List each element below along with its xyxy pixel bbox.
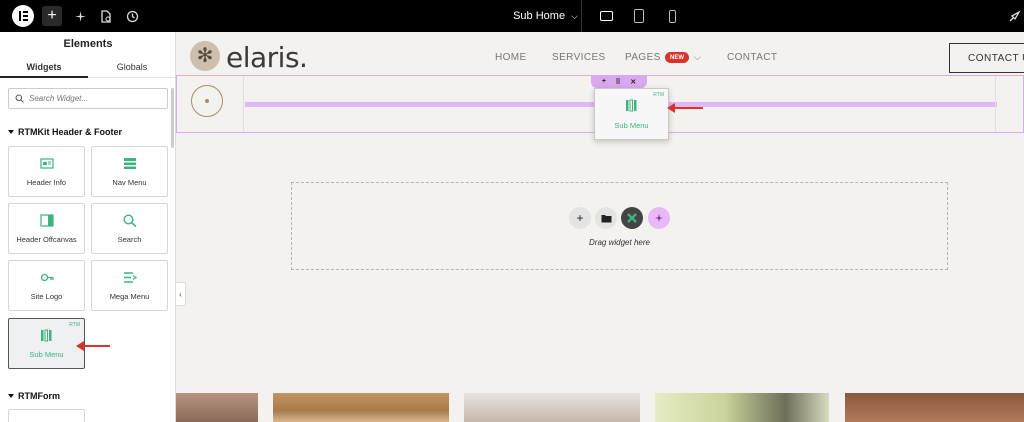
widget-label: Sub Menu <box>29 350 64 359</box>
section-handle[interactable]: + ⠿ ✕ <box>591 75 647 88</box>
column-divider <box>995 76 996 132</box>
sub-menu-icon <box>41 329 52 342</box>
widget-mega-menu[interactable]: Mega Menu <box>91 260 168 311</box>
widget-header-offcanvas[interactable]: Header Offcanvas <box>8 203 85 254</box>
widget-sub-menu[interactable]: RTM Sub Menu <box>8 318 85 369</box>
editor-topbar: + Sub Home ⌵ <box>0 0 1024 32</box>
gallery-image <box>273 393 449 422</box>
search-widget-box[interactable] <box>8 88 168 109</box>
page-selector[interactable]: Sub Home ⌵ <box>510 0 582 32</box>
chevron-down-icon[interactable]: ⌵ <box>694 52 701 63</box>
rtm-badge: RTM <box>69 322 80 328</box>
widget-rtmform-item[interactable] <box>8 409 85 422</box>
widget-label: Header Info <box>26 178 67 187</box>
section-rtmform[interactable]: RTMForm <box>8 391 60 401</box>
gallery-image <box>176 393 258 422</box>
history-icon[interactable] <box>122 6 142 26</box>
widget-site-logo[interactable]: Site Logo <box>8 260 85 311</box>
caret-down-icon <box>8 130 14 134</box>
contact-us-button[interactable]: CONTACT US <box>949 43 1024 73</box>
chevron-down-icon: ⌵ <box>571 10 578 21</box>
nav-services[interactable]: SERVICES <box>552 52 606 63</box>
close-icon[interactable]: ✕ <box>630 78 636 86</box>
rtmkit-icon <box>627 213 637 223</box>
gallery-image <box>845 393 1024 422</box>
site-header: elaris. HOME SERVICES PAGES NEW ⌵ CONTAC… <box>176 32 1024 76</box>
search-icon <box>123 214 137 227</box>
gallery-image <box>464 393 640 422</box>
widget-label: Mega Menu <box>109 292 150 301</box>
publish-icon[interactable] <box>1004 6 1024 26</box>
tab-widgets[interactable]: Widgets <box>0 62 88 72</box>
empty-drop-zone[interactable]: + Drag widget here <box>291 182 948 270</box>
add-section-icon[interactable]: + <box>602 78 606 85</box>
panel-scrollbar[interactable] <box>171 88 174 148</box>
template-library-button[interactable] <box>595 207 617 229</box>
drag-handle-icon[interactable]: ⠿ <box>616 78 621 86</box>
offcanvas-icon <box>40 214 54 227</box>
nav-pages[interactable]: PAGES <box>625 52 661 63</box>
rtmkit-templates-button[interactable] <box>621 207 643 229</box>
circle-widget[interactable] <box>191 85 223 117</box>
ai-sparkle-icon <box>654 213 663 222</box>
mega-menu-icon <box>124 272 137 283</box>
ai-sparkle-icon[interactable] <box>70 6 90 26</box>
column-divider <box>243 76 244 132</box>
nav-contact[interactable]: CONTACT <box>727 52 777 63</box>
ai-generate-button[interactable] <box>648 207 670 229</box>
mobile-view-icon[interactable] <box>662 6 682 26</box>
section-title: RTMForm <box>18 391 60 401</box>
add-section-button[interactable]: + <box>569 207 591 229</box>
section-rtmkit-header-footer[interactable]: RTMKit Header & Footer <box>8 127 122 137</box>
page-name: Sub Home <box>513 10 566 22</box>
section-title: RTMKit Header & Footer <box>18 127 123 137</box>
collapse-panel-button[interactable]: ‹ <box>176 282 186 306</box>
nav-menu-icon <box>124 158 136 169</box>
annotation-arrow-icon <box>667 103 703 113</box>
nav-home[interactable]: HOME <box>495 52 527 63</box>
tab-globals[interactable]: Globals <box>88 62 175 72</box>
site-settings-icon[interactable] <box>96 6 116 26</box>
search-icon <box>15 94 24 103</box>
brand-logo-icon <box>190 41 220 71</box>
sub-menu-icon <box>626 99 637 112</box>
panel-title: Elements <box>63 38 113 50</box>
brand-name[interactable]: elaris. <box>226 41 308 74</box>
add-element-button[interactable]: + <box>42 6 62 26</box>
search-input[interactable] <box>29 94 159 103</box>
dragged-widget-sub-menu[interactable]: RTM Sub Menu <box>594 88 669 140</box>
widget-nav-menu[interactable]: Nav Menu <box>91 146 168 197</box>
gallery-image <box>655 393 829 422</box>
annotation-arrow-icon <box>76 341 110 351</box>
new-badge: NEW <box>665 52 689 63</box>
active-tab-indicator <box>0 76 88 78</box>
panel-tabs: Widgets Globals <box>0 58 175 78</box>
widget-label: Site Logo <box>30 292 63 301</box>
widget-label: Search <box>117 235 142 244</box>
folder-icon <box>601 214 611 222</box>
caret-down-icon <box>8 394 14 398</box>
widget-search[interactable]: Search <box>91 203 168 254</box>
desktop-view-icon[interactable] <box>596 6 616 26</box>
rtm-badge: RTM <box>653 92 664 98</box>
drop-zone-text: Drag widget here <box>589 238 650 247</box>
widget-header-info[interactable]: Header Info <box>8 146 85 197</box>
header-info-icon <box>40 158 54 169</box>
widget-label: Header Offcanvas <box>16 235 77 244</box>
widget-label: Sub Menu <box>614 121 649 130</box>
widget-label: Nav Menu <box>112 178 147 187</box>
tablet-view-icon[interactable] <box>629 6 649 26</box>
site-logo-icon <box>40 273 54 282</box>
elementor-logo-icon[interactable] <box>12 5 34 27</box>
elements-panel: Elements Widgets Globals RTMKit Header &… <box>0 32 176 422</box>
